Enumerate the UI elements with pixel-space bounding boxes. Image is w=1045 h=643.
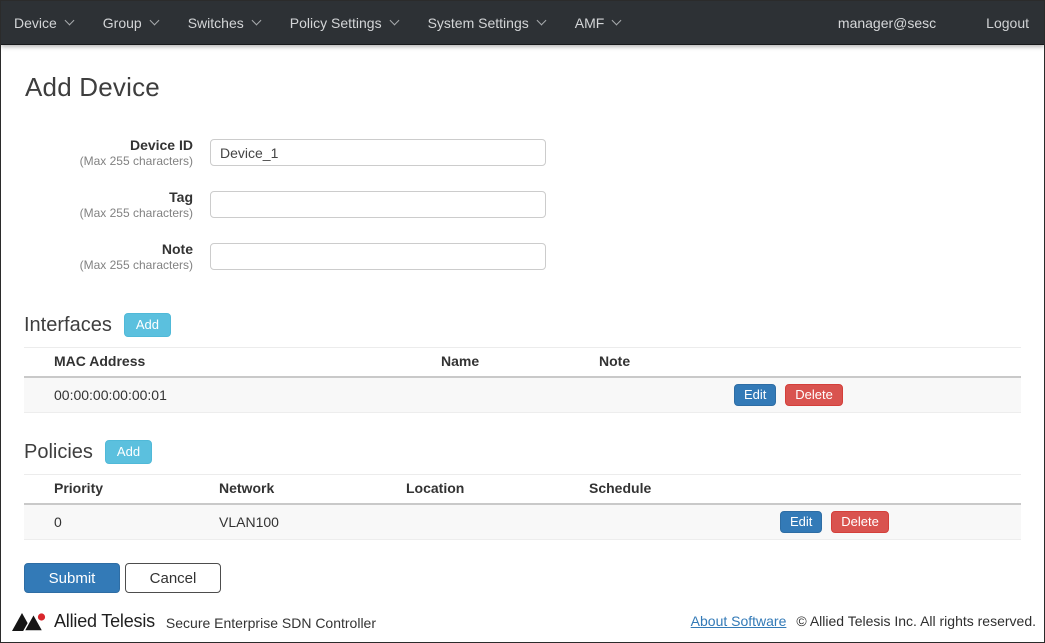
- device-id-input[interactable]: [210, 139, 546, 166]
- interfaces-header: Interfaces Add: [24, 313, 1021, 337]
- column-header-note: Note: [569, 348, 704, 378]
- copyright-text: © Allied Telesis Inc. All rights reserve…: [796, 613, 1036, 629]
- nav-item-label: Policy Settings: [290, 15, 382, 31]
- policy-network-cell: VLAN100: [189, 504, 376, 540]
- nav-item-label: System Settings: [428, 15, 529, 31]
- cancel-button[interactable]: Cancel: [125, 563, 221, 593]
- interfaces-table: MAC Address Name Note 00:00:00:00:00:01 …: [24, 347, 1021, 413]
- nav-item-system-settings[interactable]: System Settings: [413, 1, 560, 44]
- interface-table-row: 00:00:00:00:00:01 Edit Delete: [24, 377, 1021, 413]
- interfaces-table-header-row: MAC Address Name Note: [24, 348, 1021, 378]
- column-header-location: Location: [376, 475, 559, 505]
- nav-item-label: Group: [103, 15, 142, 31]
- column-header-actions: [704, 348, 1021, 378]
- tag-hint: (Max 255 characters): [24, 206, 193, 221]
- device-id-labelbox: Device ID (Max 255 characters): [24, 137, 193, 169]
- main-content: Add Device Device ID (Max 255 characters…: [1, 45, 1044, 604]
- note-label: Note: [24, 241, 193, 258]
- policy-schedule-cell: [559, 504, 750, 540]
- policy-delete-button[interactable]: Delete: [831, 511, 889, 533]
- add-device-form: Device ID (Max 255 characters) Tag (Max …: [24, 139, 1021, 273]
- page-footer: Allied Telesis Secure Enterprise SDN Con…: [1, 604, 1044, 642]
- user-account-label: manager@sesc: [838, 15, 936, 31]
- policy-location-cell: [376, 504, 559, 540]
- interface-note-cell: [569, 377, 704, 413]
- device-id-label: Device ID: [24, 137, 193, 154]
- interfaces-title: Interfaces: [24, 314, 112, 337]
- page-title: Add Device: [25, 72, 1021, 103]
- app-window: Device Group Switches Policy Settings Sy…: [0, 0, 1045, 643]
- policy-edit-button[interactable]: Edit: [780, 511, 822, 533]
- form-actions: Submit Cancel: [24, 563, 1021, 593]
- interface-mac-cell: 00:00:00:00:00:01: [24, 377, 411, 413]
- chevron-down-icon: [149, 16, 159, 26]
- policies-title: Policies: [24, 441, 93, 464]
- about-software-link[interactable]: About Software: [691, 613, 787, 629]
- column-header-actions: [750, 475, 1021, 505]
- tag-field-row: Tag (Max 255 characters): [24, 191, 1021, 221]
- interface-edit-button[interactable]: Edit: [734, 384, 776, 406]
- nav-item-group[interactable]: Group: [88, 1, 173, 44]
- footer-links-area: About Software © Allied Telesis Inc. All…: [691, 613, 1036, 629]
- column-header-schedule: Schedule: [559, 475, 750, 505]
- column-header-network: Network: [189, 475, 376, 505]
- product-name: Secure Enterprise SDN Controller: [166, 612, 376, 631]
- tag-input[interactable]: [210, 191, 546, 218]
- policy-actions-cell: Edit Delete: [750, 504, 1021, 540]
- note-labelbox: Note (Max 255 characters): [24, 241, 193, 273]
- device-id-field-row: Device ID (Max 255 characters): [24, 139, 1021, 169]
- policies-header: Policies Add: [24, 440, 1021, 464]
- column-header-name: Name: [411, 348, 569, 378]
- policy-table-row: 0 VLAN100 Edit Delete: [24, 504, 1021, 540]
- policies-section: Policies Add Priority Network Location S…: [24, 440, 1021, 540]
- nav-item-switches[interactable]: Switches: [173, 1, 275, 44]
- footer-brand-area: Allied Telesis Secure Enterprise SDN Con…: [11, 609, 376, 633]
- policies-add-button[interactable]: Add: [105, 440, 152, 464]
- policies-table-header-row: Priority Network Location Schedule: [24, 475, 1021, 505]
- note-input[interactable]: [210, 243, 546, 270]
- note-hint: (Max 255 characters): [24, 258, 193, 273]
- column-header-priority: Priority: [24, 475, 189, 505]
- chevron-down-icon: [251, 16, 261, 26]
- nav-item-device[interactable]: Device: [1, 1, 88, 44]
- interfaces-section: Interfaces Add MAC Address Name Note 00:…: [24, 313, 1021, 413]
- policy-priority-cell: 0: [24, 504, 189, 540]
- nav-item-policy-settings[interactable]: Policy Settings: [275, 1, 413, 44]
- note-field-row: Note (Max 255 characters): [24, 243, 1021, 273]
- interfaces-add-button[interactable]: Add: [124, 313, 171, 337]
- nav-item-label: AMF: [575, 15, 605, 31]
- chevron-down-icon: [64, 16, 74, 26]
- nav-item-label: Device: [14, 15, 57, 31]
- tag-label: Tag: [24, 189, 193, 206]
- interface-name-cell: [411, 377, 569, 413]
- navbar-menu: Device Group Switches Policy Settings Sy…: [1, 1, 635, 44]
- submit-button[interactable]: Submit: [24, 563, 120, 593]
- interface-actions-cell: Edit Delete: [704, 377, 1021, 413]
- allied-telesis-logo-icon: [11, 609, 49, 633]
- chevron-down-icon: [389, 16, 399, 26]
- chevron-down-icon: [536, 16, 546, 26]
- device-id-hint: (Max 255 characters): [24, 154, 193, 169]
- navbar-right: manager@sesc Logout: [838, 15, 1029, 31]
- nav-item-amf[interactable]: AMF: [560, 1, 636, 44]
- interface-delete-button[interactable]: Delete: [785, 384, 843, 406]
- tag-labelbox: Tag (Max 255 characters): [24, 189, 193, 221]
- chevron-down-icon: [612, 16, 622, 26]
- nav-item-label: Switches: [188, 15, 244, 31]
- brand-name: Allied Telesis: [54, 611, 155, 632]
- column-header-mac-address: MAC Address: [24, 348, 411, 378]
- top-navbar: Device Group Switches Policy Settings Sy…: [1, 1, 1044, 45]
- logout-link[interactable]: Logout: [986, 15, 1029, 31]
- policies-table: Priority Network Location Schedule 0 VLA…: [24, 474, 1021, 540]
